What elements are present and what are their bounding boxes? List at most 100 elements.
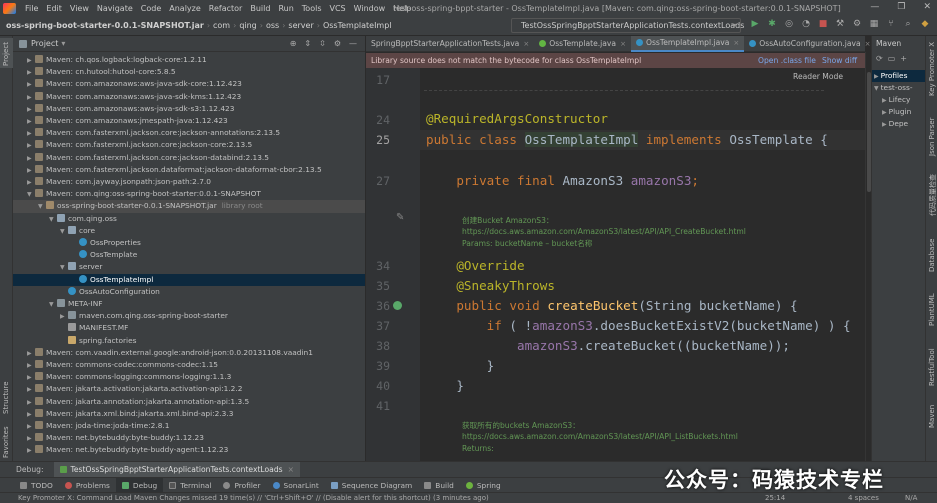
chevron-right-icon[interactable]: ▶ [27,165,35,177]
tree-row[interactable]: ▶ Maven: com.jayway.jsonpath:json-path:2.… [13,176,365,188]
code-quality-stripe-label[interactable]: 代码质量检查 [928,174,937,216]
menu-tools[interactable]: Tools [298,4,326,13]
tab-oss-template-impl[interactable]: OssTemplateImpl.java × [630,35,745,52]
tree-row[interactable]: OssAutoConfiguration [13,286,365,298]
chevron-right-icon[interactable]: ▶ [27,421,35,433]
chevron-right-icon[interactable]: ▶ [27,92,35,104]
close-tab-icon[interactable]: × [523,40,529,48]
tree-row[interactable]: ▼ server [13,261,365,273]
menu-code[interactable]: Code [137,4,165,13]
tool-tab-profiler[interactable]: Profiler [217,478,266,493]
menu-navigate[interactable]: Navigate [93,4,137,13]
run-icon[interactable]: ▶ [750,19,760,29]
tree-row[interactable]: OssTemplate [13,249,365,261]
tree-row[interactable]: ▼ Maven: com.qing:oss-spring-boot-starter… [13,188,365,200]
tree-row[interactable]: ▶ Maven: com.fasterxml.jackson.core:jacks… [13,139,365,151]
settings-gear-icon[interactable]: ⚙ [334,39,341,48]
chevron-down-icon[interactable]: ▼ [49,214,57,226]
chevron-down-icon[interactable]: ▼ [49,299,57,311]
tree-row[interactable]: ▶ Maven: com.fasterxml.jackson.core:jacks… [13,152,365,164]
run-configuration-select[interactable]: TestOssSpringBpptStarterApplicationTests… [511,18,744,33]
chevron-right-icon[interactable]: ▶ [27,79,35,91]
tree-row[interactable]: ▼ META-INF [13,298,365,310]
reader-mode-toggle[interactable]: Reader Mode [793,72,843,81]
menu-run[interactable]: Run [274,4,297,13]
stop-icon[interactable]: ■ [818,19,828,29]
chevron-right-icon[interactable]: ▶ [27,433,35,445]
tool-tab-spring[interactable]: Spring [460,478,507,493]
tree-row[interactable]: ▶ Maven: jakarta.xml.bind:jakarta.xml.bin… [13,408,365,420]
open-class-file-link[interactable]: Open .class file [758,56,816,65]
menu-file[interactable]: File [21,4,42,13]
tree-row[interactable]: ▼ com.qing.oss [13,213,365,225]
close-tab-icon[interactable]: × [620,40,626,48]
tab-oss-template[interactable]: OssTemplate.java × [534,36,631,52]
locate-icon[interactable]: ⊕ [290,39,297,48]
git-icon[interactable]: ⑂ [886,19,896,29]
maven-lifecycle[interactable]: ▶ Lifecy [872,94,926,106]
code-editor[interactable]: Reader Mode @RequiredArgsConstructor pub… [420,68,865,461]
chevron-right-icon[interactable]: ▶ [60,311,68,323]
tool-icon[interactable]: ⚙ [852,19,862,29]
restfultool-stripe-label[interactable]: RestfulTool [928,348,936,386]
status-extra[interactable]: N/A [905,494,917,502]
close-tab-icon[interactable]: × [288,465,294,474]
chevron-down-icon[interactable]: ▼ [60,226,68,238]
tree-row[interactable]: OssProperties [13,237,365,249]
edit-doc-pencil-icon[interactable]: ✎ [396,212,404,223]
tool-tab-sequence-diagram[interactable]: Sequence Diagram [325,478,419,493]
project-panel-title[interactable]: Project [31,39,58,48]
tree-row[interactable]: ▶ Maven: com.amazonaws:aws-java-sdk-core:… [13,78,365,90]
close-tab-icon[interactable]: × [733,39,739,47]
menu-build[interactable]: Build [246,4,274,13]
tree-row[interactable]: spring.factories [13,335,365,347]
tree-row[interactable]: ▶ Maven: com.fasterxml.jackson.dataformat… [13,164,365,176]
minimize-icon[interactable]: — [870,2,879,12]
breadcrumb-server[interactable]: server [288,21,313,30]
tree-row[interactable]: ▶ Maven: joda-time:joda-time:2.8.1 [13,420,365,432]
menu-edit[interactable]: Edit [42,4,66,13]
tree-row[interactable]: ▶ Maven: com.fasterxml.jackson.core:jacks… [13,127,365,139]
breadcrumb-jar[interactable]: oss-spring-boot-starter-0.0.1-SNAPSHOT.j… [6,21,204,30]
tree-row[interactable]: ▶ Maven: commons-logging:commons-logging:… [13,371,365,383]
breadcrumb-qing[interactable]: qing [239,21,256,30]
menu-view[interactable]: View [66,4,93,13]
chevron-right-icon[interactable]: ▶ [27,116,35,128]
maven-dependencies[interactable]: ▶ Depe [872,118,926,130]
layout-icon[interactable]: ▦ [869,19,879,29]
chevron-right-icon[interactable]: ▶ [27,128,35,140]
plantuml-stripe-label[interactable]: PlantUML [928,293,936,326]
chevron-down-icon[interactable]: ▼ [38,201,46,213]
add-icon[interactable]: + [900,54,907,63]
chevron-right-icon[interactable]: ▶ [27,55,35,67]
maximize-icon[interactable]: ❐ [897,2,905,12]
tool-tab-build[interactable]: Build [418,478,460,493]
tree-row[interactable]: MANIFEST.MF [13,322,365,334]
tree-row[interactable]: ▶ maven.com.qing.oss-spring-boot-starter [13,310,365,322]
tree-row[interactable]: ▶ Maven: com.amazonaws:aws-java-sdk-kms:1… [13,91,365,103]
tree-row[interactable]: ▶ Maven: cn.hutool:hutool-core:5.8.5 [13,66,365,78]
database-stripe-label[interactable]: Database [928,239,936,272]
chevron-right-icon[interactable]: ▶ [27,360,35,372]
menu-window[interactable]: Window [350,4,390,13]
search-everywhere-icon[interactable]: ⌕ [903,19,913,29]
tool-tab-problems[interactable]: Problems [59,478,116,493]
tree-row[interactable]: ▶ Maven: com.amazonaws:jmespath-java:1.12… [13,115,365,127]
build-icon[interactable]: ⚒ [835,19,845,29]
show-diff-link[interactable]: Show diff [822,56,857,65]
debug-session-tab[interactable]: TestOssSpringBpptStarterApplicationTests… [53,461,300,478]
chevron-right-icon[interactable]: ▶ [27,384,35,396]
chevron-right-icon[interactable]: ▶ [27,348,35,360]
breadcrumb-com[interactable]: com [213,21,230,30]
hide-icon[interactable]: — [349,39,357,48]
tree-row[interactable]: ▶ Maven: com.amazonaws:aws-java-sdk-s3:1.… [13,103,365,115]
coverage-icon[interactable]: ◎ [784,19,794,29]
chevron-right-icon[interactable]: ▶ [27,397,35,409]
chevron-right-icon[interactable]: ▶ [27,104,35,116]
status-message[interactable]: Key Promoter X: Command Load Maven Chang… [18,494,489,502]
chevron-down-icon[interactable]: ▼ [60,262,68,274]
tool-tab-todo[interactable]: TODO [14,478,59,493]
menu-analyze[interactable]: Analyze [165,4,205,13]
tree-row[interactable]: ▶ Maven: net.bytebuddy:byte-buddy-agent:1… [13,444,365,456]
structure-stripe-label[interactable]: Structure [2,381,10,414]
